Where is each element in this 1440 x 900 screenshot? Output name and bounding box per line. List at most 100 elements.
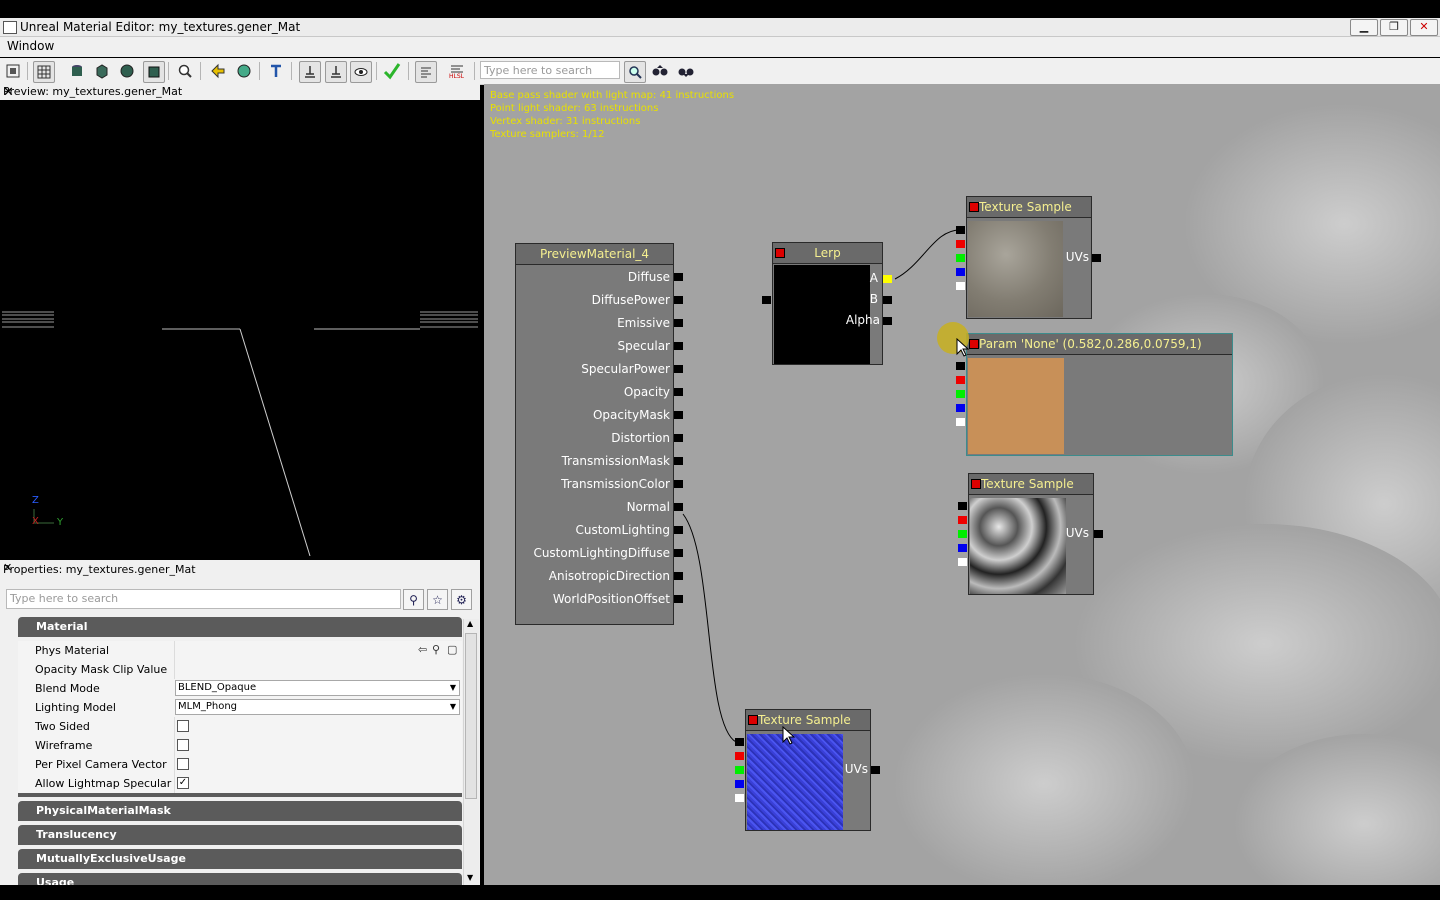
wireframe-checkbox[interactable] (177, 739, 189, 751)
texture-sample-3-r-pin[interactable] (735, 752, 744, 760)
scroll-up-icon[interactable]: ▲ (467, 619, 473, 628)
preview-toggle-icon[interactable] (971, 479, 981, 489)
material-graph-canvas[interactable]: Base pass shader with light map: 41 inst… (484, 84, 1440, 885)
category-mutually-exclusive-usage[interactable]: MutuallyExclusiveUsage (18, 849, 462, 869)
material-input-pin-emissive[interactable] (674, 319, 683, 327)
texture-sample-2-a-pin[interactable] (958, 558, 967, 566)
texture-sample-1-g-pin[interactable] (956, 254, 965, 262)
close-window-button[interactable]: ✕ (1410, 19, 1438, 36)
use-selected-icon[interactable]: ⇦ (418, 643, 427, 656)
texture-sample-3-b-pin[interactable] (735, 780, 744, 788)
sphere-icon[interactable] (117, 61, 137, 81)
material-input-pin-diffusepower[interactable] (674, 296, 683, 304)
texture-sample-node-1[interactable]: Texture Sample UVs (966, 196, 1092, 319)
material-input-pin-customlightingdiffuse[interactable] (674, 549, 683, 557)
home-icon[interactable] (3, 61, 23, 81)
material-input-pin-worldpositionoffset[interactable] (674, 595, 683, 603)
material-input-pin-distortion[interactable] (674, 434, 683, 442)
search-next-icon[interactable] (676, 61, 696, 81)
category-translucency[interactable]: Translucency (18, 825, 462, 845)
texture-sample-2-rgb-pin[interactable] (958, 502, 967, 510)
vector-param-node[interactable]: Param 'None' (0.582,0.286,0.0759,1) (966, 333, 1233, 456)
per-pixel-checkbox[interactable] (177, 758, 189, 770)
category-physical-material-mask[interactable]: PhysicalMaterialMask (18, 801, 462, 821)
texture-sample-3-uvs-pin[interactable] (871, 766, 880, 774)
search-icon[interactable] (624, 61, 646, 83)
stats-icon[interactable] (415, 61, 437, 83)
vector-param-a-pin[interactable] (956, 418, 965, 426)
properties-search-icon[interactable]: ⚲ (403, 589, 424, 610)
texture-sample-1-a-pin[interactable] (956, 282, 965, 290)
eye-icon[interactable] (350, 61, 372, 83)
lerp-node[interactable]: Lerp A B Alpha (772, 242, 883, 365)
preview-toggle-icon[interactable] (969, 339, 979, 349)
texture-sample-3-rgb-pin[interactable] (735, 738, 744, 746)
properties-search-input[interactable]: Type here to search (6, 589, 401, 609)
category-material[interactable]: Material (18, 617, 462, 637)
texture-sample-3-a-pin[interactable] (735, 794, 744, 802)
lighting-model-select[interactable]: MLM_Phong ▼ (175, 699, 460, 715)
material-input-pin-specular[interactable] (674, 342, 683, 350)
texture-sample-node-3[interactable]: Texture Sample UVs (745, 709, 871, 831)
texture-sample-2-r-pin[interactable] (958, 516, 967, 524)
scroll-down-icon[interactable]: ▼ (467, 873, 473, 882)
maximize-button[interactable]: ❐ (1380, 19, 1408, 36)
scroll-thumb[interactable] (465, 633, 477, 799)
blend-mode-select[interactable]: BLEND_Opaque ▼ (175, 680, 460, 696)
lerp-input-alpha-pin[interactable] (883, 317, 892, 325)
lerp-input-b-pin[interactable] (883, 296, 892, 304)
category-usage[interactable]: Usage (18, 873, 462, 885)
favorites-star-icon[interactable]: ☆ (427, 589, 448, 610)
two-sided-checkbox[interactable] (177, 720, 189, 732)
texture-sample-1-b-pin[interactable] (956, 268, 965, 276)
vector-param-b-pin[interactable] (956, 404, 965, 412)
plane-icon[interactable] (143, 61, 165, 83)
toolbar-search-input[interactable]: Type here to search (480, 61, 620, 79)
texture-sample-1-rgb-pin[interactable] (956, 226, 965, 234)
material-input-pin-anisotropicdirection[interactable] (674, 572, 683, 580)
material-input-pin-specularpower[interactable] (674, 365, 683, 373)
texture-sample-3-g-pin[interactable] (735, 766, 744, 774)
allow-lightmap-checkbox[interactable]: ✓ (177, 777, 189, 789)
properties-scrollbar[interactable]: ▲ ▼ (463, 619, 479, 885)
material-input-pin-normal[interactable] (674, 503, 683, 511)
filter-tools-icon[interactable]: ⚙ (451, 589, 472, 610)
lerp-output-pin[interactable] (762, 296, 771, 304)
material-input-pin-transmissioncolor[interactable] (674, 480, 683, 488)
apply-check-icon[interactable] (382, 61, 402, 81)
material-input-pin-transmissionmask[interactable] (674, 457, 683, 465)
preview-toggle-icon[interactable] (969, 202, 979, 212)
opacity-clip-value[interactable] (174, 660, 463, 679)
grid-icon[interactable] (33, 61, 55, 83)
vector-param-rgb-pin[interactable] (956, 362, 965, 370)
zoom-icon[interactable] (175, 61, 195, 81)
vector-param-r-pin[interactable] (956, 376, 965, 384)
texture-sample-2-b-pin[interactable] (958, 544, 967, 552)
globe-icon[interactable] (234, 61, 254, 81)
browse-icon[interactable]: ⚲ (432, 643, 440, 656)
texture-sample-2-g-pin[interactable] (958, 530, 967, 538)
search-prev-icon[interactable] (650, 61, 670, 81)
clear-icon[interactable]: ▢ (447, 643, 457, 656)
material-input-pin-customlighting[interactable] (674, 526, 683, 534)
preview-toggle-icon[interactable] (775, 248, 785, 258)
material-input-pin-opacity[interactable] (674, 388, 683, 396)
menu-window[interactable]: Window (7, 39, 54, 53)
close-preview-button[interactable]: ✕ (3, 85, 475, 100)
material-input-pin-opacitymask[interactable] (674, 411, 683, 419)
preview-material-node[interactable]: PreviewMaterial_4 Diffuse DiffusePower Emi… (515, 243, 683, 625)
preview-toggle-icon[interactable] (748, 715, 758, 725)
layout-up-icon[interactable] (325, 61, 347, 83)
cube-icon[interactable] (92, 61, 112, 81)
texture-sample-1-r-pin[interactable] (956, 240, 965, 248)
texture-sample-2-uvs-pin[interactable] (1094, 530, 1103, 538)
vector-param-g-pin[interactable] (956, 390, 965, 398)
cylinder-icon[interactable] (67, 61, 87, 81)
close-properties-button[interactable]: ✕ (3, 561, 475, 574)
texture-sample-1-uvs-pin[interactable] (1092, 254, 1101, 262)
layout-down-icon[interactable] (299, 61, 321, 83)
lerp-input-a-pin[interactable] (883, 275, 892, 283)
arrow-left-icon[interactable] (208, 61, 228, 81)
preview-viewport[interactable]: Z X Y (2, 101, 478, 556)
minimize-button[interactable]: ▁ (1350, 19, 1378, 36)
